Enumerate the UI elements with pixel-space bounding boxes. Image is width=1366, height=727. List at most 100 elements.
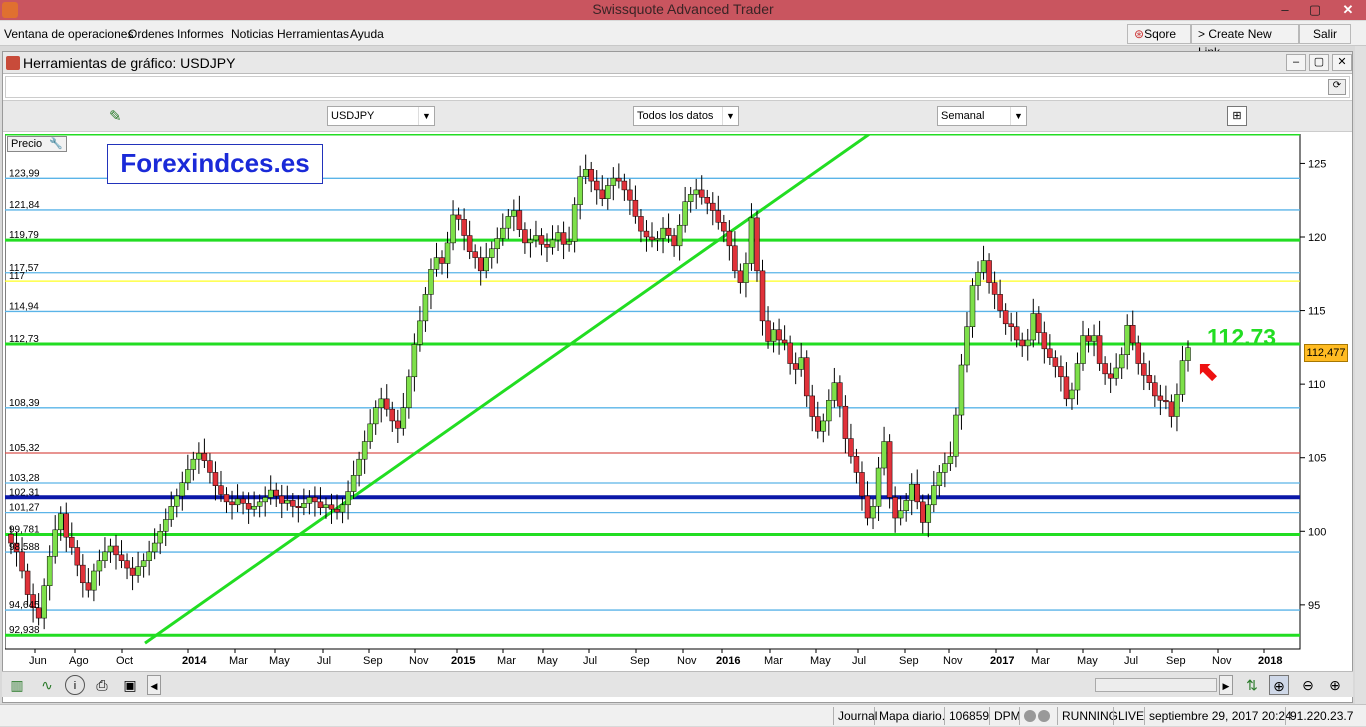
candle-body — [433, 257, 440, 270]
menu-tools[interactable]: Herramientas — [277, 27, 349, 41]
candle-body — [853, 455, 860, 473]
candle-body — [339, 504, 346, 513]
scroll-left-icon[interactable]: ◀ — [147, 675, 161, 695]
range-select[interactable]: Todos los datos ▼ — [633, 106, 739, 126]
y-tick-label: 105 — [1308, 453, 1326, 465]
candle-body — [384, 398, 390, 410]
panel-icon — [6, 56, 20, 70]
panel-close-button[interactable]: ✕ — [1332, 54, 1352, 71]
daily-map-status[interactable]: Mapa diario. — [874, 707, 949, 725]
candle-body — [1168, 401, 1175, 417]
candle-body — [533, 235, 539, 241]
candle-body — [964, 326, 970, 366]
candle-body — [577, 176, 583, 205]
menu-trading-window[interactable]: Ventana de operaciones — [4, 27, 133, 41]
chart-svg[interactable]: 123,99121,84119,79117,57117114,94112,731… — [4, 125, 1352, 669]
candle-body — [566, 241, 572, 245]
level-label: 114,94 — [9, 301, 39, 312]
y-tick-label: 110 — [1308, 379, 1326, 391]
x-tick-label: Mar — [497, 655, 516, 667]
menu-news[interactable]: Noticias — [231, 27, 274, 41]
level-label: 101,27 — [9, 503, 40, 514]
candle-body — [218, 485, 224, 495]
menu-help[interactable]: Ayuda — [350, 27, 384, 41]
drawing-tools-icon[interactable]: ✎ — [109, 107, 127, 125]
candle-body — [129, 567, 136, 576]
chart-empty-bar: ⟳ — [5, 76, 1350, 98]
candle-body — [544, 244, 550, 248]
candle-body — [85, 582, 92, 591]
symbol-select[interactable]: USDJPY ▼ — [327, 106, 435, 126]
sqore-button[interactable]: ⊛Sqore — [1127, 24, 1191, 44]
info-icon[interactable]: i — [65, 675, 85, 695]
candle-body — [494, 238, 501, 250]
candle-body — [522, 229, 528, 244]
indicator-icon[interactable]: ∿ — [37, 675, 57, 695]
refresh-icon[interactable]: ⟳ — [1328, 79, 1346, 95]
candle-body — [1047, 348, 1053, 358]
connection-indicators — [1019, 707, 1057, 725]
price-settings-button[interactable]: Precio 🔧 — [7, 136, 67, 152]
candle-body — [1069, 389, 1075, 400]
price-chart[interactable]: 123,99 121,84 119,79 117,57 117 114,94 112,73 1… — [4, 125, 1352, 669]
exit-button[interactable]: Salir — [1299, 24, 1351, 44]
zoom-in-icon[interactable]: ⊕ — [1325, 675, 1345, 695]
panel-minimize-button[interactable]: – — [1286, 54, 1306, 71]
x-tick-label: May — [1077, 655, 1098, 667]
candle-body — [378, 398, 384, 408]
zoom-fit-icon[interactable]: ⊕ — [1269, 675, 1289, 695]
x-tick-label: Oct — [116, 655, 133, 667]
candle-body — [1091, 335, 1097, 342]
candle-body — [908, 483, 915, 501]
save-icon[interactable]: ▣ — [120, 675, 140, 695]
candle-body — [610, 177, 617, 186]
candle-body — [781, 339, 788, 344]
scroll-right-icon[interactable]: ▶ — [1219, 675, 1233, 695]
zoom-out-icon[interactable]: ⊖ — [1298, 675, 1318, 695]
window-titlebar: Swissquote Advanced Trader – ▢ ✕ — [0, 0, 1366, 20]
candle-body — [428, 269, 434, 295]
x-tick-label: Nov — [409, 655, 429, 667]
menu-bar: Ventana de operaciones Ordenes Informes … — [0, 21, 1366, 59]
candle-body — [102, 551, 108, 561]
candle-body — [555, 232, 561, 241]
candle-body — [124, 560, 130, 569]
minimize-button[interactable]: – — [1270, 0, 1300, 20]
candle-body — [422, 294, 429, 322]
candle-body — [715, 210, 722, 223]
y-tick-label: 100 — [1308, 526, 1326, 538]
menu-orders[interactable]: Ordenes — [128, 27, 174, 41]
right-scroll-strip[interactable] — [1355, 46, 1366, 704]
candle-body — [975, 272, 981, 286]
candle-body — [815, 416, 821, 432]
level-label: 117 — [9, 271, 25, 282]
menu-reports[interactable]: Informes — [177, 27, 224, 41]
maximize-button[interactable]: ▢ — [1300, 0, 1330, 20]
candle-body — [245, 503, 252, 510]
create-link-button[interactable]: > Create New Link — [1191, 24, 1299, 59]
candle-body — [69, 536, 75, 548]
candle-body — [897, 510, 904, 519]
x-tick-label: 2015 — [451, 655, 475, 667]
chart-type-icon[interactable]: ▥ — [7, 675, 27, 695]
print-icon[interactable]: ⎙ — [92, 675, 112, 695]
candle-body — [80, 564, 86, 584]
candle-body — [361, 441, 368, 460]
panel-maximize-button[interactable]: ▢ — [1309, 54, 1329, 71]
candle-body — [704, 197, 711, 204]
period-select[interactable]: Semanal ▼ — [937, 106, 1027, 126]
horizontal-scrollbar[interactable] — [1095, 678, 1217, 692]
candle-body — [582, 169, 589, 177]
candle-body — [466, 235, 473, 252]
candle-body — [295, 506, 302, 508]
candle-body — [549, 239, 556, 248]
chart-settings-icon[interactable]: ⇅ — [1242, 675, 1262, 695]
x-tick-label: Mar — [764, 655, 783, 667]
candle-body — [455, 214, 462, 220]
add-chart-icon[interactable]: ⊞ — [1227, 106, 1247, 126]
candle-body — [770, 329, 777, 342]
close-button[interactable]: ✕ — [1330, 0, 1366, 20]
x-tick-label: Jul — [852, 655, 866, 667]
candle-body — [831, 382, 838, 401]
candle-body — [262, 497, 268, 503]
